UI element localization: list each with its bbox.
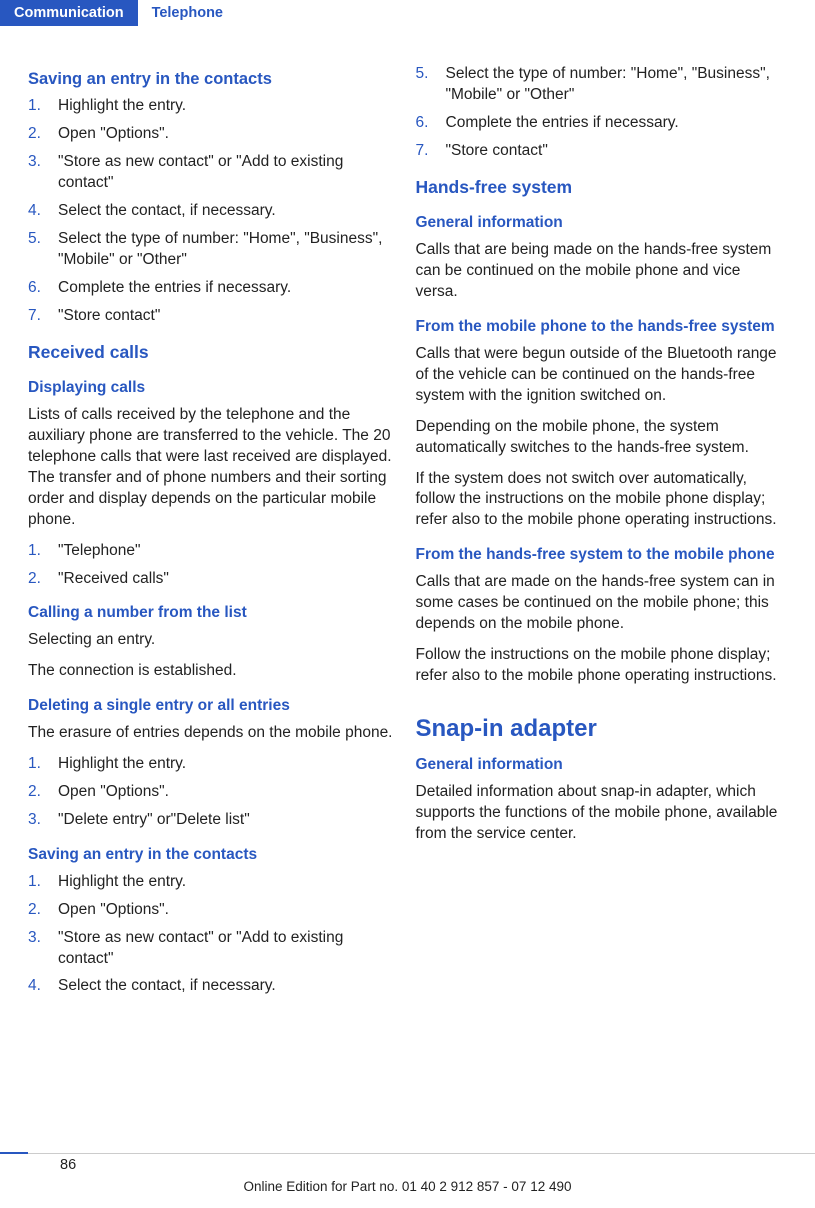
- list-item: "Store as new contact" or "Add to existi…: [28, 152, 398, 194]
- list-item: Select the type of number: "Home", "Busi…: [28, 229, 398, 271]
- paragraph: The connection is established.: [28, 661, 398, 682]
- paragraph: Calls that are made on the hands-free sy…: [416, 572, 786, 635]
- list-item: Complete the entries if necessary.: [416, 113, 786, 134]
- list-continuation: Select the type of number: "Home", "Busi…: [416, 64, 786, 162]
- list-item: Select the contact, if necessary.: [28, 201, 398, 222]
- list-item: Open "Options".: [28, 900, 398, 921]
- list-item: "Store contact": [416, 141, 786, 162]
- heading-snap-in-adapter: Snap-in adapter: [416, 713, 786, 745]
- paragraph: Depending on the mobile phone, the syste…: [416, 417, 786, 459]
- list-item: Open "Options".: [28, 124, 398, 145]
- paragraph: Follow the instructions on the mobile ph…: [416, 645, 786, 687]
- list-item: Highlight the entry.: [28, 754, 398, 775]
- list-saving-entry: Highlight the entry. Open "Options". "St…: [28, 96, 398, 326]
- tab-row: Communication Telephone: [0, 0, 815, 26]
- list-item: "Received calls": [28, 569, 398, 590]
- paragraph: The erasure of entries depends on the mo…: [28, 723, 398, 744]
- page-content: Saving an entry in the contacts Highligh…: [0, 26, 815, 1011]
- heading-deleting-entry: Deleting a single entry or all entries: [28, 696, 398, 717]
- list-item: Select the contact, if necessary.: [28, 976, 398, 997]
- footer-text: Online Edition for Part no. 01 40 2 912 …: [0, 1178, 815, 1196]
- list-item: Open "Options".: [28, 782, 398, 803]
- heading-saving-entry-2: Saving an entry in the contacts: [28, 845, 398, 866]
- heading-displaying-calls: Displaying calls: [28, 378, 398, 399]
- paragraph: Selecting an entry.: [28, 630, 398, 651]
- heading-hands-free-to-mobile: From the hands-free system to the mobile…: [416, 545, 786, 566]
- tab-telephone: Telephone: [138, 0, 237, 26]
- list-item: "Store as new contact" or "Add to existi…: [28, 928, 398, 970]
- list-item: "Telephone": [28, 541, 398, 562]
- paragraph: Calls that are being made on the hands-f…: [416, 240, 786, 303]
- list-item: Highlight the entry.: [28, 96, 398, 117]
- page-number: 86: [60, 1156, 76, 1176]
- left-column: Saving an entry in the contacts Highligh…: [28, 64, 398, 1011]
- paragraph: If the system does not switch over autom…: [416, 469, 786, 532]
- paragraph: Calls that were begun outside of the Blu…: [416, 344, 786, 407]
- list-saving-entry-2: Highlight the entry. Open "Options". "St…: [28, 872, 398, 998]
- heading-general-info-2: General information: [416, 755, 786, 776]
- heading-calling-number: Calling a number from the list: [28, 603, 398, 624]
- tab-communication: Communication: [0, 0, 138, 26]
- paragraph: Detailed information about snap-in adapt…: [416, 782, 786, 845]
- heading-received-calls: Received calls: [28, 341, 398, 365]
- list-deleting-entry: Highlight the entry. Open "Options". "De…: [28, 754, 398, 831]
- heading-mobile-to-hands-free: From the mobile phone to the hands-free …: [416, 317, 786, 338]
- footer-line: [28, 1153, 815, 1154]
- list-item: "Store contact": [28, 306, 398, 327]
- footer-accent-line: [0, 1152, 28, 1154]
- list-item: Select the type of number: "Home", "Busi…: [416, 64, 786, 106]
- list-item: Highlight the entry.: [28, 872, 398, 893]
- heading-hands-free: Hands-free system: [416, 176, 786, 200]
- paragraph: Lists of calls received by the telephone…: [28, 405, 398, 531]
- list-item: "Delete entry" or"Delete list": [28, 810, 398, 831]
- heading-general-info-1: General information: [416, 213, 786, 234]
- list-displaying-calls: "Telephone" "Received calls": [28, 541, 398, 590]
- list-item: Complete the entries if necessary.: [28, 278, 398, 299]
- page-header: Communication Telephone: [0, 0, 815, 26]
- right-column: Select the type of number: "Home", "Busi…: [416, 64, 786, 1011]
- heading-saving-entry: Saving an entry in the contacts: [28, 68, 398, 90]
